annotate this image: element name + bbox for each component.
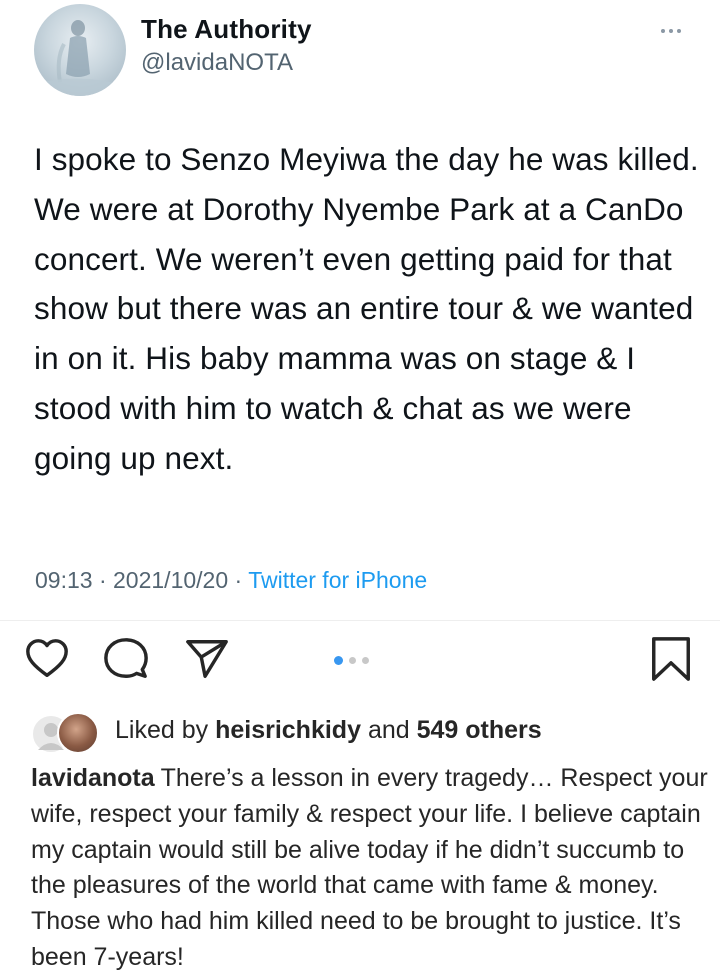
tweet-metadata: 09:13 · 2021/10/20 · Twitter for iPhone xyxy=(35,567,427,594)
carousel-dot xyxy=(349,657,356,664)
meta-separator: · xyxy=(98,567,107,593)
more-horizontal-icon[interactable] xyxy=(655,24,687,38)
likes-conjunction: and xyxy=(367,716,410,744)
liker-username[interactable]: heisrichkidy xyxy=(215,716,361,744)
tweet-date: 2021/10/20 xyxy=(113,567,229,593)
liker-avatars[interactable] xyxy=(31,712,101,754)
likes-prefix: Liked by xyxy=(115,716,209,744)
likes-summary[interactable]: Liked by heisrichkidy and 549 others xyxy=(115,716,542,745)
tweet-author-avatar[interactable] xyxy=(34,4,126,96)
caption-username[interactable]: lavidanota xyxy=(31,764,155,792)
heart-outline-icon[interactable] xyxy=(24,636,70,682)
carousel-indicator xyxy=(334,656,369,665)
meta-separator: · xyxy=(234,567,243,593)
carousel-dot-active xyxy=(334,656,343,665)
post-caption: lavidanota There’s a lesson in every trag… xyxy=(31,761,711,976)
speech-bubble-icon[interactable] xyxy=(103,636,149,682)
caption-text: There’s a lesson in every tragedy… Respe… xyxy=(31,764,708,971)
liker-avatar-photo xyxy=(57,712,99,754)
carousel-dot xyxy=(362,657,369,664)
paper-plane-icon[interactable] xyxy=(184,636,230,682)
tweet-source-link[interactable]: Twitter for iPhone xyxy=(248,567,427,593)
avatar-photo-icon xyxy=(34,20,126,96)
tweet-text: I spoke to Senzo Meyiwa the day he was k… xyxy=(34,141,708,476)
tweet-time: 09:13 xyxy=(35,567,93,593)
bookmark-outline-icon[interactable] xyxy=(648,636,694,682)
section-divider xyxy=(0,620,720,621)
embedded-tweet: The Authority @lavidaNOTA I spoke to Sen… xyxy=(0,0,720,620)
tweet-handle[interactable]: @lavidaNOTA xyxy=(141,49,293,77)
tweet-display-name[interactable]: The Authority xyxy=(141,14,312,45)
likes-others[interactable]: 549 others xyxy=(417,716,542,744)
